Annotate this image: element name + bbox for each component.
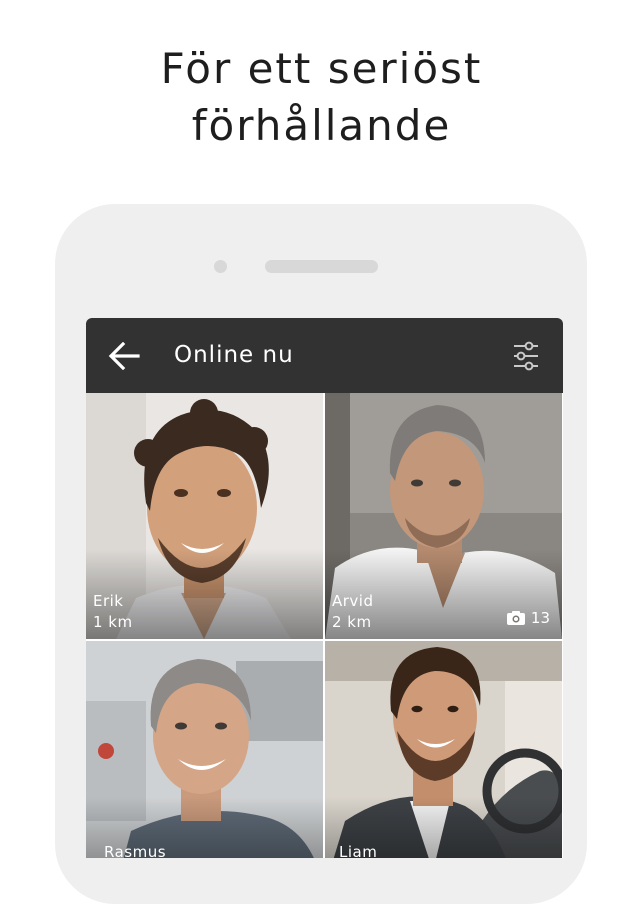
filter-button[interactable] [507, 337, 545, 375]
headline-line-2: förhållande [191, 101, 452, 150]
page-title: Online nu [174, 342, 294, 368]
sliders-icon [514, 341, 538, 371]
headline-line-1: För ett seriöst [160, 44, 483, 93]
profile-card-rasmus[interactable]: Rasmus [86, 641, 323, 858]
profile-name: Erik [93, 592, 124, 610]
back-button[interactable] [104, 336, 144, 376]
profile-distance: 2 km [332, 613, 372, 631]
profile-grid: Erik 1 km Arvid 2 km 13 Rasmus Liam [86, 393, 563, 858]
camera-icon [506, 611, 525, 625]
photo-count: 13 [506, 609, 550, 627]
profile-distance: 1 km [93, 613, 133, 631]
profile-name: Rasmus [104, 843, 167, 858]
profile-name: Arvid [332, 592, 374, 610]
profile-card-erik[interactable]: Erik 1 km [86, 393, 323, 639]
phone-speaker [265, 260, 378, 273]
photo-count-value: 13 [530, 609, 550, 627]
profile-name: Liam [339, 843, 378, 858]
app-bar: Online nu [86, 318, 563, 393]
app-screen: Online nu Erik 1 km Arvid 2 km 13 Rasmus… [86, 318, 563, 858]
arrow-left-icon [108, 342, 140, 370]
profile-card-liam[interactable]: Liam [325, 641, 562, 858]
headline: För ett seriöst förhållande [0, 40, 643, 154]
phone-camera [214, 260, 227, 273]
profile-card-arvid[interactable]: Arvid 2 km 13 [325, 393, 562, 639]
